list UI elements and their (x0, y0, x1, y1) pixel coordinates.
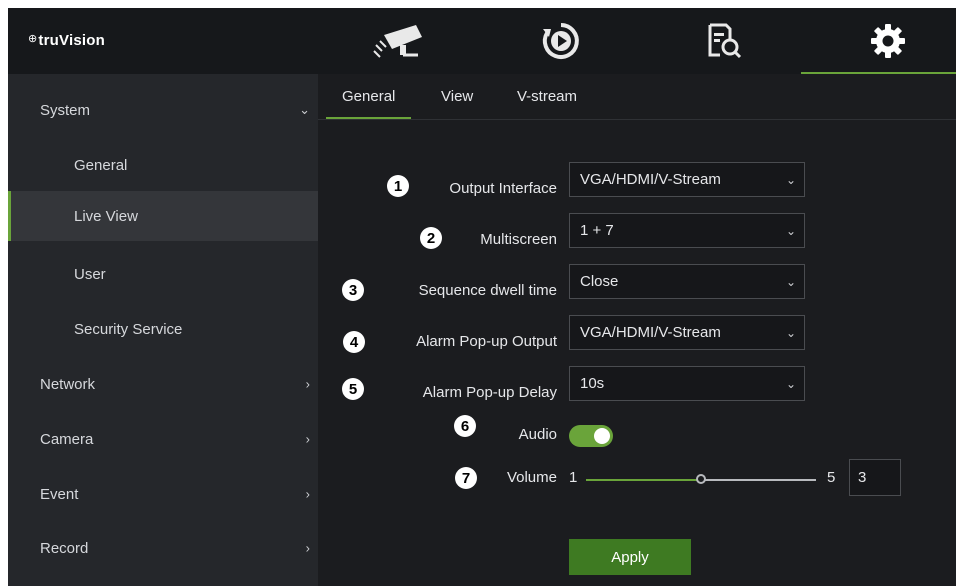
volume-label: Volume (506, 469, 557, 486)
sidebar-item-label: General (74, 156, 128, 174)
tab-view[interactable]: View (441, 88, 473, 105)
multiscreen-value: 1 + 7 (580, 222, 614, 239)
audio-label: Audio (518, 426, 557, 443)
sequence-dwell-select[interactable]: Close ⌄ (569, 264, 805, 299)
sidebar-item-label: Network (40, 375, 96, 393)
callout-badge-4: 4 (343, 331, 365, 353)
playback-icon-glyph (542, 23, 579, 59)
search-icon-glyph (708, 23, 742, 59)
multiscreen-label: Multiscreen (480, 231, 557, 248)
gear-icon-glyph (871, 24, 905, 58)
sidebar-item-label: User (74, 265, 106, 283)
top-bar: ⊕truVision (8, 8, 956, 75)
sidebar-item-record[interactable]: Record › (8, 523, 318, 573)
alarm-popup-output-select[interactable]: VGA/HDMI/V-Stream ⌄ (569, 315, 805, 350)
chevron-right-icon: › (305, 540, 310, 556)
playback-icon[interactable] (501, 8, 621, 74)
chevron-right-icon: › (305, 376, 310, 392)
search-icon[interactable] (664, 8, 784, 74)
chevron-right-icon: › (305, 486, 310, 502)
sidebar-item-general[interactable]: General (8, 140, 318, 190)
camera-icon-glyph (373, 25, 422, 58)
alarm-popup-delay-select[interactable]: 10s ⌄ (569, 366, 805, 401)
volume-slider-thumb[interactable] (696, 474, 706, 484)
alarm-popup-output-value: VGA/HDMI/V-Stream (580, 324, 721, 341)
callout-badge-2: 2 (420, 227, 442, 249)
sidebar-item-label: Camera (40, 430, 94, 448)
chevron-down-icon: ⌄ (785, 172, 796, 187)
sidebar-item-label: System (40, 101, 91, 119)
alarm-popup-output-label: Alarm Pop-up Output (416, 333, 557, 350)
tab-general[interactable]: General (325, 88, 412, 119)
alarm-popup-delay-value: 10s (580, 375, 605, 392)
chevron-right-icon: › (305, 431, 310, 447)
apply-button[interactable]: Apply (569, 539, 691, 575)
audio-toggle[interactable] (569, 425, 613, 447)
callout-badge-5: 5 (342, 378, 364, 400)
chevron-down-icon: ⌄ (785, 274, 796, 289)
tab-v-stream[interactable]: V-stream (517, 88, 577, 105)
output-interface-value: VGA/HDMI/V-Stream (580, 171, 721, 188)
settings-panel: General View V-stream 1 Output Interface… (318, 74, 956, 586)
callout-badge-3: 3 (342, 279, 364, 301)
chevron-down-icon: ⌄ (785, 223, 796, 238)
tab-bar: General View V-stream (318, 74, 956, 120)
sidebar-item-security-service[interactable]: Security Service (8, 304, 318, 354)
sidebar-item-user[interactable]: User (8, 249, 318, 299)
output-interface-select[interactable]: VGA/HDMI/V-Stream ⌄ (569, 162, 805, 197)
callout-badge-7: 7 (455, 467, 477, 489)
camera-icon[interactable] (340, 8, 460, 74)
sidebar-item-network[interactable]: Network › (8, 359, 318, 409)
volume-slider-fill (586, 479, 701, 481)
sidebar-item-live-view[interactable]: Live View (8, 191, 318, 241)
alarm-popup-delay-label: Alarm Pop-up Delay (422, 384, 557, 401)
chevron-down-icon: ⌄ (785, 376, 796, 391)
callout-badge-6: 6 (454, 415, 476, 437)
output-interface-label: Output Interface (449, 180, 557, 197)
volume-min-label: 1 (569, 469, 578, 486)
sidebar-item-system[interactable]: System ⌄ (8, 85, 318, 135)
app-window: ⊕truVision System ⌄ General Live View Us… (8, 8, 956, 586)
gear-icon[interactable] (828, 8, 948, 74)
sidebar-item-camera[interactable]: Camera › (8, 414, 318, 464)
sidebar-item-label: Record (40, 539, 89, 557)
sidebar-item-label: Security Service (74, 320, 183, 338)
volume-value: 3 (858, 469, 867, 486)
sidebar-item-label: Event (40, 485, 79, 503)
chevron-down-icon: ⌄ (785, 325, 796, 340)
sequence-dwell-label: Sequence dwell time (418, 282, 557, 299)
volume-value-input[interactable]: 3 (849, 459, 901, 496)
sidebar-item-label: Live View (74, 207, 138, 225)
toggle-knob (594, 428, 610, 444)
volume-max-label: 5 (827, 469, 836, 486)
volume-slider[interactable] (586, 474, 816, 484)
truvision-logo: ⊕truVision (28, 32, 105, 49)
multiscreen-select[interactable]: 1 + 7 ⌄ (569, 213, 805, 248)
sidebar-item-event[interactable]: Event › (8, 469, 318, 519)
chevron-down-icon: ⌄ (299, 102, 310, 117)
sequence-dwell-value: Close (580, 273, 619, 290)
sidebar: System ⌄ General Live View User Security… (8, 74, 318, 586)
callout-badge-1: 1 (387, 175, 409, 197)
